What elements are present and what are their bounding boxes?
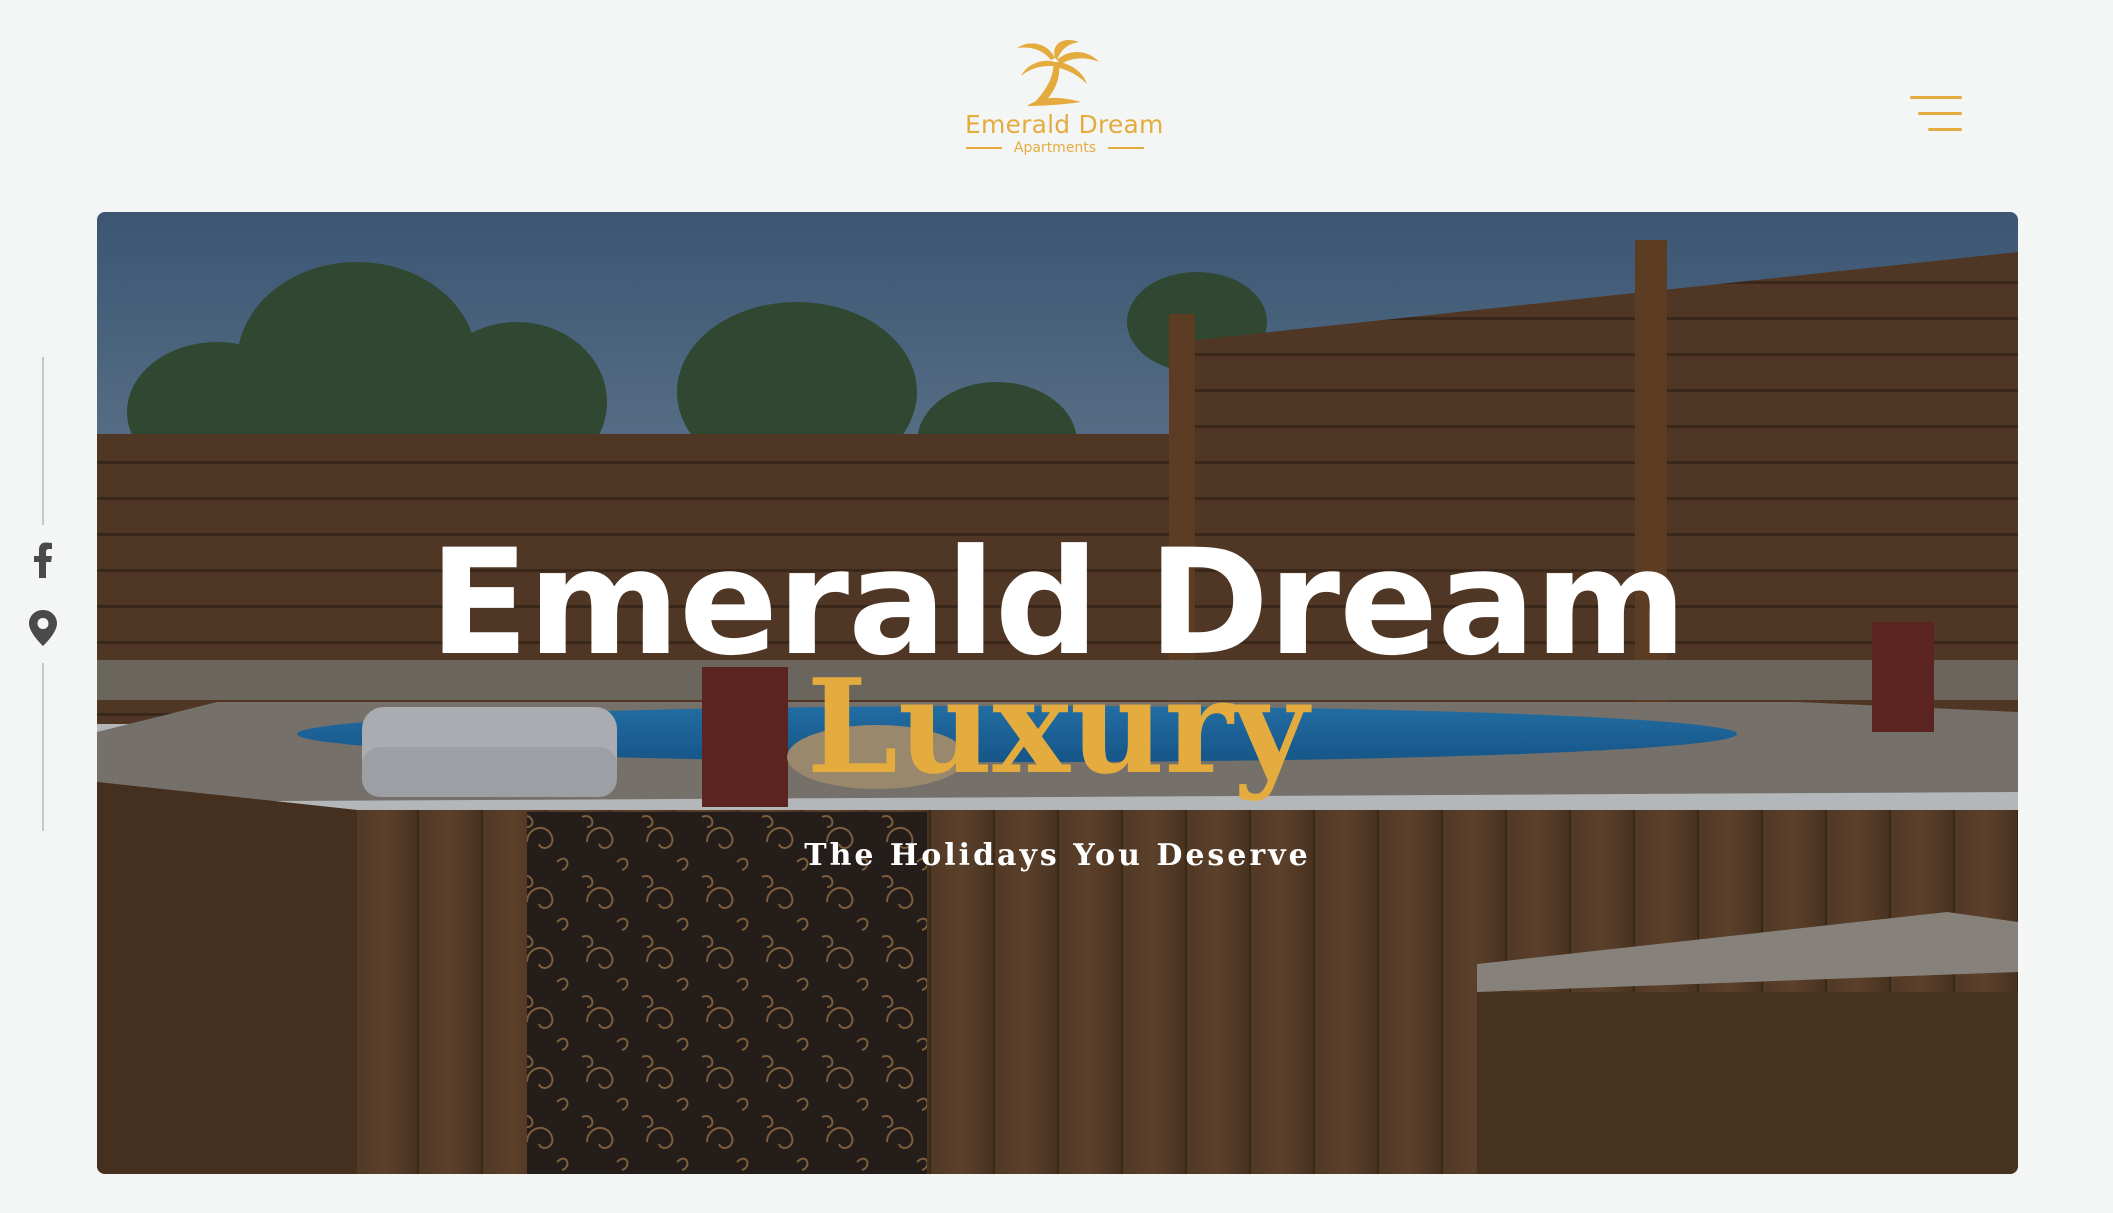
social-rail-line [42, 357, 44, 525]
location-link[interactable] [26, 608, 60, 648]
divider [1108, 147, 1145, 149]
palm-tree-icon [1017, 39, 1099, 106]
hero-banner: Emerald Dream Luxury The Holidays You De… [97, 212, 2018, 1174]
menu-line [1918, 112, 1962, 115]
map-pin-icon [29, 610, 57, 646]
site-logo[interactable]: Emerald Dream Apartments [965, 38, 1164, 162]
menu-line [1910, 96, 1962, 99]
social-rail-line [42, 663, 44, 831]
hero-tagline: The Holidays You Deserve [804, 838, 1311, 873]
facebook-link[interactable] [26, 540, 60, 580]
logo-brand-name: Emerald Dream [965, 110, 1164, 139]
hamburger-menu-icon[interactable] [1908, 94, 1964, 138]
menu-line [1928, 128, 1962, 131]
divider [965, 147, 1002, 149]
logo-subtitle: Apartments [1013, 140, 1097, 156]
logo-subtitle-row: Apartments [965, 140, 1145, 156]
hero-subtitle: Luxury [806, 650, 1309, 803]
facebook-icon [34, 542, 52, 578]
